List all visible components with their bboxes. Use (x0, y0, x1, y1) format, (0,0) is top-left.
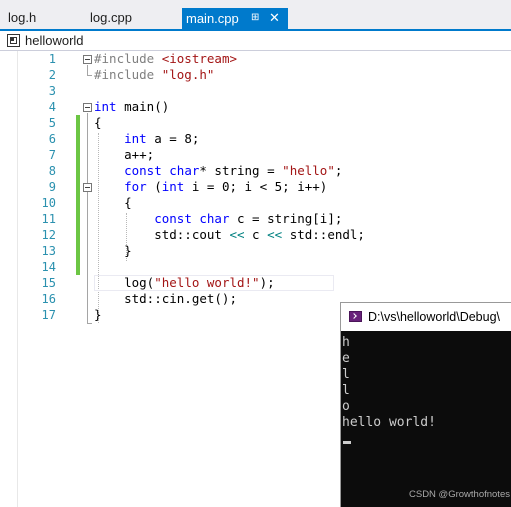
line-number: 6 (48, 132, 56, 146)
navigation-bar: helloworld (0, 31, 511, 51)
code-line-8: const char* string = "hello"; (124, 163, 343, 178)
code-line-9: for (int i = 0; i < 5; i++) (124, 179, 328, 194)
tab-label: log.h (8, 10, 37, 25)
console-output-line: hello world! (342, 415, 436, 430)
line-number: 2 (48, 68, 56, 82)
console-cursor (343, 441, 351, 444)
collapse-icon[interactable] (83, 183, 92, 192)
code-line-5: { (94, 115, 102, 130)
fold-guide (87, 65, 88, 75)
console-output-line: h (342, 335, 350, 350)
code-line-2: #include "log.h" (94, 67, 215, 82)
code-line-6: int a = 8; (124, 131, 200, 146)
code-line-4: int main() (94, 99, 170, 114)
watermark: CSDN @Growthofnotes (409, 489, 510, 500)
line-number: 12 (41, 228, 56, 242)
code-line-12: std::cout << c << std::endl; (94, 227, 365, 242)
tab-label: log.cpp (90, 10, 132, 25)
line-number: 11 (41, 212, 56, 226)
console-output: h e l l o hello world! (342, 335, 510, 431)
console-app-icon (349, 311, 362, 322)
line-number: 17 (41, 308, 56, 322)
close-icon[interactable]: ✕ (269, 10, 280, 26)
code-line-1: #include <iostream> (94, 51, 237, 66)
line-number: 4 (48, 100, 56, 114)
console-title-bar[interactable]: D:\vs\helloworld\Debug\ (341, 303, 511, 331)
code-line-10: { (94, 195, 132, 210)
line-number: 14 (41, 260, 56, 274)
pin-icon[interactable]: ⊞ (251, 12, 259, 23)
fold-guide (87, 113, 88, 323)
tab-log-h[interactable]: log.h (8, 7, 36, 29)
line-number: 1 (48, 52, 56, 66)
code-line-15: log("hello world!"); (94, 275, 275, 290)
line-number: 9 (48, 180, 56, 194)
collapse-icon[interactable] (83, 55, 92, 64)
line-number: 15 (41, 276, 56, 290)
fold-guide-end (87, 323, 92, 324)
console-output-line: l (342, 367, 350, 382)
console-output-line: l (342, 383, 350, 398)
code-line-13: } (94, 243, 132, 258)
document-tab-bar: log.h log.cpp main.cpp ⊞ ✕ (0, 0, 511, 31)
project-scope-dropdown[interactable]: helloworld (25, 33, 84, 48)
tab-label: main.cpp (186, 11, 239, 26)
line-number: 5 (48, 116, 56, 130)
console-window[interactable]: D:\vs\helloworld\Debug\ h e l l o hello … (340, 302, 511, 507)
tab-main-cpp[interactable]: main.cpp ⊞ ✕ (182, 8, 288, 31)
line-number: 16 (41, 292, 56, 306)
console-output-line: o (342, 399, 350, 414)
console-title: D:\vs\helloworld\Debug\ (368, 310, 501, 324)
tab-log-cpp[interactable]: log.cpp (90, 7, 132, 29)
change-tracking-bar (76, 115, 80, 275)
line-number: 3 (48, 84, 56, 98)
code-line-17: } (94, 307, 102, 322)
line-number: 8 (48, 164, 56, 178)
line-number: 13 (41, 244, 56, 258)
line-number: 7 (48, 148, 56, 162)
code-line-7: a++; (94, 147, 155, 162)
project-scope-icon (7, 34, 20, 47)
console-output-line: e (342, 351, 350, 366)
collapse-icon[interactable] (83, 103, 92, 112)
code-line-16: std::cin.get(); (94, 291, 237, 306)
code-line-11: const char c = string[i]; (154, 211, 343, 226)
line-number: 10 (41, 196, 56, 210)
fold-guide-end (87, 75, 92, 76)
